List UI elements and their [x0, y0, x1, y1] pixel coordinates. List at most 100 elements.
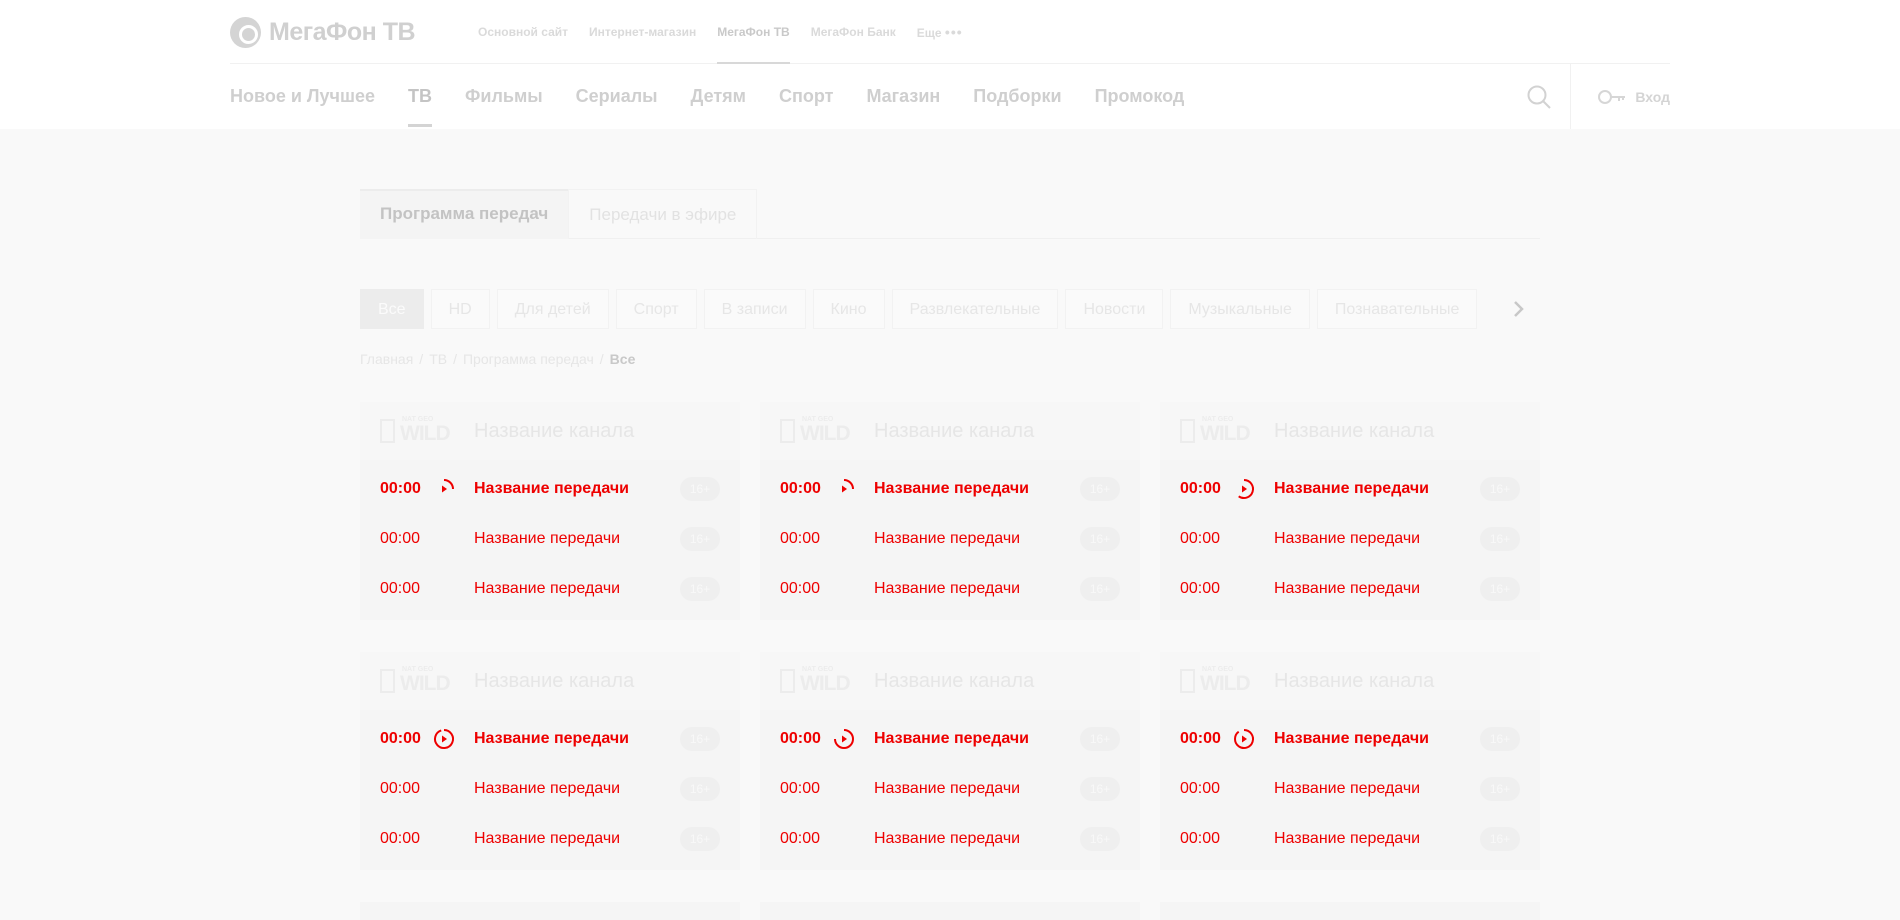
program-time: 00:00 — [380, 480, 421, 497]
live-slot — [832, 777, 874, 801]
filter-chip[interactable]: В записи — [703, 289, 806, 329]
live-progress-icon[interactable] — [832, 477, 856, 501]
channel-logo-brand: WILD — [400, 422, 451, 445]
program-row[interactable]: 00:00 Название передачи 16+ — [1160, 464, 1540, 514]
program-row[interactable]: 00:00 Название передачи 16+ — [760, 814, 1140, 864]
filter-chip[interactable]: Познавательные — [1316, 289, 1478, 329]
channel-card: NAT GEO WILD Название канала 00:00 Название … — [1160, 402, 1540, 620]
nav-item[interactable]: Промокод — [1095, 64, 1185, 129]
top-link-main-site[interactable]: Основной сайт — [478, 0, 568, 64]
filter-chip[interactable]: Новости — [1065, 289, 1164, 329]
age-rating-badge: 16+ — [680, 727, 720, 751]
breadcrumb-tv[interactable]: ТВ — [429, 351, 447, 367]
program-title: Название передачи — [874, 530, 1021, 547]
program-row[interactable]: 00:00 Название передачи 16+ — [760, 764, 1140, 814]
breadcrumb-home[interactable]: Главная — [360, 351, 413, 367]
program-title: Название передачи — [1274, 530, 1421, 547]
program-title: Название передачи — [1274, 780, 1421, 797]
channel-card: NAT GEO WILD Название канала 00:00 Название … — [360, 402, 740, 620]
program-row[interactable]: 00:00 Название передачи 16+ — [760, 564, 1140, 614]
breadcrumb-program-guide[interactable]: Программа передач — [463, 351, 594, 367]
filter-chip[interactable]: Все — [360, 289, 424, 329]
program-title: Название передачи — [1274, 830, 1421, 847]
program-row[interactable]: 00:00 Название передачи 16+ — [760, 514, 1140, 564]
live-progress-icon[interactable] — [1232, 727, 1256, 751]
tab-on-air[interactable]: Передачи в эфире — [568, 189, 758, 239]
breadcrumb-separator: / — [453, 351, 457, 367]
program-title: Название передачи — [474, 480, 629, 497]
chevron-right-icon[interactable] — [1505, 296, 1531, 322]
nav-item[interactable]: Подборки — [973, 64, 1061, 129]
filter-chip[interactable]: Музыкальные — [1170, 289, 1310, 329]
nav-item[interactable]: Магазин — [866, 64, 940, 129]
login-button[interactable]: Вход — [1570, 64, 1670, 129]
channel-header[interactable]: NAT GEO WILD Название канала — [760, 402, 1140, 460]
program-row[interactable]: 00:00 Название передачи 16+ — [760, 714, 1140, 764]
nav-item[interactable]: Спорт — [779, 64, 833, 129]
top-link-megafon-tv[interactable]: МегаФон ТВ — [717, 0, 790, 64]
channel-logo-frame — [380, 669, 395, 693]
nav-item[interactable]: Детям — [691, 64, 746, 129]
tab-program-guide[interactable]: Программа передач — [360, 189, 569, 239]
program-row[interactable]: 00:00 Название передачи 16+ — [1160, 814, 1540, 864]
filter-chip[interactable]: Для детей — [496, 289, 609, 329]
channel-header[interactable]: NAT GEO WILD Название канала — [1160, 652, 1540, 710]
login-label: Вход — [1635, 88, 1670, 105]
filter-chip[interactable]: Кино — [812, 289, 885, 329]
channel-logo-frame — [780, 669, 795, 693]
channel-header[interactable]: NAT GEO WILD Название канала — [1160, 402, 1540, 460]
program-row[interactable]: 00:00 Название передачи 16+ — [1160, 764, 1540, 814]
filter-chip[interactable]: Спорт — [615, 289, 697, 329]
age-rating-badge: 16+ — [1480, 827, 1520, 851]
channel-header[interactable]: NAT GEO WILD Название канала — [360, 652, 740, 710]
program-row[interactable]: 00:00 Название передачи 16+ — [1160, 714, 1540, 764]
channel-header[interactable]: NAT GEO WILD Название канала — [360, 402, 740, 460]
filter-chip[interactable]: HD — [430, 289, 490, 329]
age-rating-badge: 16+ — [680, 577, 720, 601]
live-progress-icon[interactable] — [432, 477, 456, 501]
channel-card: NAT GEO WILD Название канала 00:00 Название … — [760, 402, 1140, 620]
search-icon[interactable] — [1526, 84, 1552, 110]
channel-logo: NAT GEO WILD — [1180, 416, 1260, 445]
main-nav-items: Новое и Лучшее ТВ Фильмы Сериалы Детям Спорт М… — [230, 64, 1184, 129]
program-time: 00:00 — [780, 780, 821, 797]
program-row[interactable]: 00:00 Название передачи 16+ — [360, 814, 740, 864]
live-progress-icon[interactable] — [1232, 477, 1256, 501]
channel-logo-frame — [1180, 669, 1195, 693]
program-time: 00:00 — [1180, 830, 1221, 847]
nav-item[interactable]: ТВ — [408, 64, 433, 129]
nav-item[interactable]: Сериалы — [576, 64, 658, 129]
nav-item[interactable]: Новое и Лучшее — [230, 64, 375, 129]
live-progress-icon[interactable] — [832, 727, 856, 751]
live-progress-icon[interactable] — [432, 727, 456, 751]
live-slot — [432, 777, 474, 801]
top-link-bank[interactable]: МегаФон Банк — [811, 0, 896, 64]
program-title: Название передачи — [874, 730, 1029, 747]
program-list: 00:00 Название передачи 16+ 00:00 Название п… — [1160, 710, 1540, 864]
program-time: 00:00 — [780, 530, 821, 547]
nav-item[interactable]: Фильмы — [465, 64, 543, 129]
live-slot — [1232, 577, 1274, 601]
program-row[interactable]: 00:00 Название передачи 16+ — [360, 564, 740, 614]
program-time: 00:00 — [1180, 530, 1221, 547]
program-list: 00:00 Название передачи 16+ 00:00 Название п… — [360, 460, 740, 614]
program-title: Название передачи — [1274, 480, 1429, 497]
channel-name: Название канала — [874, 419, 1035, 442]
program-time: 00:00 — [1180, 580, 1221, 597]
program-title: Название передачи — [474, 580, 621, 597]
channel-header[interactable]: NAT GEO WILD Название канала — [760, 652, 1140, 710]
channel-logo-frame — [1180, 419, 1195, 443]
top-link-shop[interactable]: Интернет-магазин — [589, 0, 696, 64]
megafon-tv-logo[interactable]: МегаФон ТВ — [230, 16, 416, 48]
filter-chip[interactable]: Развлекательные — [891, 289, 1059, 329]
program-row[interactable]: 00:00 Название передачи 16+ — [1160, 564, 1540, 614]
program-row[interactable]: 00:00 Название передачи 16+ — [360, 714, 740, 764]
top-link-more[interactable]: Еще ••• — [917, 0, 963, 64]
live-slot — [432, 827, 474, 851]
program-row[interactable]: 00:00 Название передачи 16+ — [360, 464, 740, 514]
program-row[interactable]: 00:00 Название передачи 16+ — [360, 764, 740, 814]
program-row[interactable]: 00:00 Название передачи 16+ — [1160, 514, 1540, 564]
live-slot — [832, 527, 874, 551]
program-row[interactable]: 00:00 Название передачи 16+ — [760, 464, 1140, 514]
program-row[interactable]: 00:00 Название передачи 16+ — [360, 514, 740, 564]
